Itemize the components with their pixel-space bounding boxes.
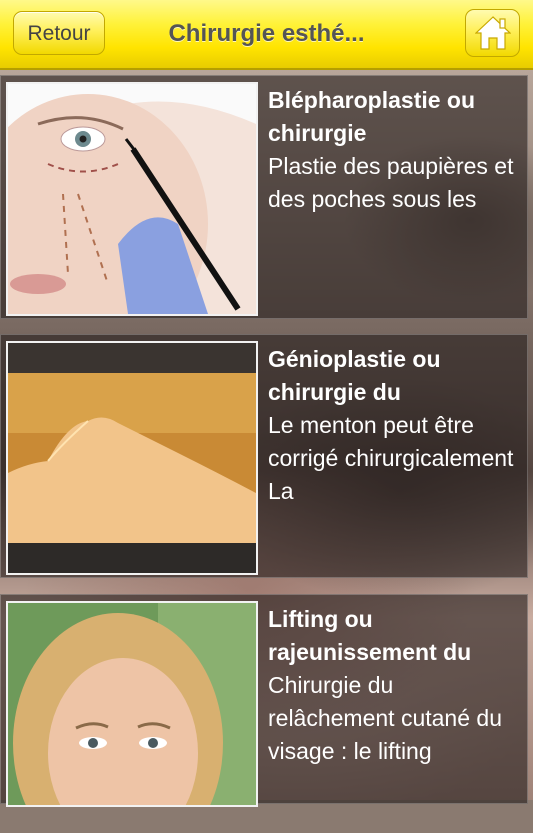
home-icon (475, 16, 511, 50)
list-item-description: Chirurgie du relâchement cutané du visag… (268, 672, 502, 764)
thumbnail-woman-face (6, 601, 258, 807)
list-item[interactable]: Génioplastie ou chirurgie du Le menton p… (0, 334, 528, 578)
list-item-description: Le menton peut être corrigé chirurgicale… (268, 412, 514, 504)
page-title: Chirurgie esthé... (168, 20, 365, 47)
list-item-title: Blépharoplastie ou chirurgie (268, 87, 476, 146)
thumbnail-chin-profile (6, 341, 258, 575)
header-bar: Retour Chirurgie esthé... (0, 0, 533, 70)
thumbnail-eye-surgery (6, 82, 258, 316)
list-item[interactable]: Lifting ou rajeunissement du Chirurgie d… (0, 594, 528, 807)
home-button[interactable] (465, 9, 520, 57)
back-button[interactable]: Retour (13, 11, 105, 55)
list-item-title: Génioplastie ou chirurgie du (268, 346, 441, 405)
list-item-text: Lifting ou rajeunissement du Chirurgie d… (268, 603, 523, 833)
list-item[interactable]: Blépharoplastie ou chirurgie Plastie des… (0, 75, 528, 319)
list-item-text: Génioplastie ou chirurgie du Le menton p… (268, 343, 523, 573)
list-item-text: Blépharoplastie ou chirurgie Plastie des… (268, 84, 523, 314)
list-item-title: Lifting ou rajeunissement du (268, 606, 472, 665)
list-item-description: Plastie des paupières et des poches sous… (268, 153, 514, 212)
